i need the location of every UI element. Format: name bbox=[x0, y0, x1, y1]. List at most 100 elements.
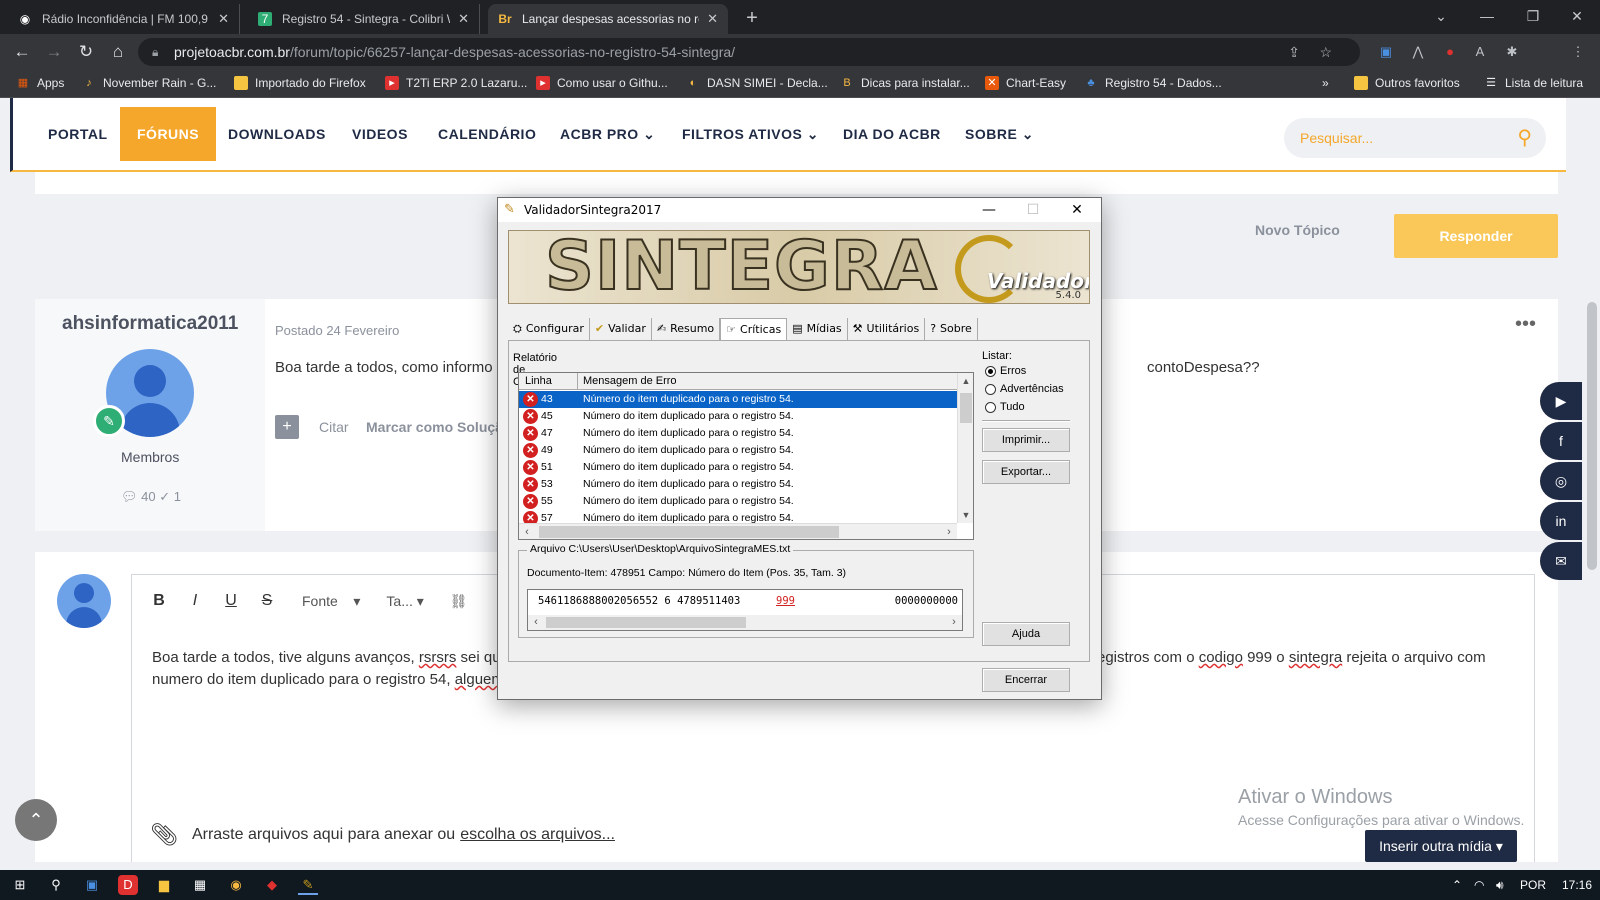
reading-list-button[interactable]: ☰ Lista de leitura bbox=[1484, 76, 1583, 90]
more-bookmarks-button[interactable]: » bbox=[1322, 76, 1329, 90]
extension-icon[interactable]: ● bbox=[1440, 42, 1460, 62]
network-icon[interactable]: ◠ bbox=[1474, 878, 1484, 892]
insert-media-button[interactable]: Inserir outra mídia ▾ bbox=[1365, 830, 1517, 862]
criticas-grid[interactable]: Linha Mensagem de Erro ✕ 43 Número do item… bbox=[518, 372, 974, 540]
record-viewer[interactable]: 5461186888002056552 6 4789511403 999 000… bbox=[527, 589, 963, 631]
extension-icon[interactable]: A bbox=[1470, 42, 1490, 62]
tab-criticas[interactable]: ☞ Críticas bbox=[720, 318, 788, 340]
col-linha-header[interactable]: Linha bbox=[525, 373, 552, 390]
youtube-icon[interactable]: ▶ bbox=[1540, 382, 1582, 420]
page-scrollbar-thumb[interactable] bbox=[1587, 302, 1597, 570]
nav-portal[interactable]: PORTAL bbox=[31, 98, 125, 170]
table-row[interactable]: ✕ 55 Número do item duplicado para o regis… bbox=[519, 493, 957, 510]
store-icon[interactable]: ▦ bbox=[190, 875, 210, 895]
record-horizontal-scrollbar[interactable]: ‹ › bbox=[528, 615, 962, 630]
close-tab-icon[interactable]: ✕ bbox=[218, 11, 229, 27]
app-icon[interactable]: ◆ bbox=[262, 875, 282, 895]
responder-button[interactable]: Responder bbox=[1394, 214, 1558, 258]
bookmark-item[interactable]: ◐ DASN SIMEI - Decla... bbox=[686, 76, 828, 90]
underline-button[interactable]: U bbox=[222, 592, 240, 610]
tab-search-icon[interactable]: ⌄ bbox=[1418, 0, 1464, 34]
scroll-right-icon[interactable]: › bbox=[946, 615, 962, 630]
col-msg-header[interactable]: Mensagem de Erro bbox=[583, 373, 677, 390]
more-options-icon[interactable]: ••• bbox=[1515, 313, 1536, 336]
search-icon[interactable]: ⚲ bbox=[46, 875, 66, 895]
link-icon[interactable]: ⛓ bbox=[450, 593, 468, 610]
minimize-icon[interactable]: — bbox=[1464, 0, 1510, 34]
scroll-right-icon[interactable]: › bbox=[941, 524, 957, 539]
tab-validar[interactable]: ✔ Validar bbox=[590, 318, 652, 340]
volume-icon[interactable]: 🔊︎ bbox=[1496, 878, 1504, 893]
nav-dia-do-acbr[interactable]: DIA DO ACBR bbox=[826, 98, 958, 170]
nav-videos[interactable]: VIDEOS bbox=[335, 98, 425, 170]
table-row[interactable]: ✕ 47 Número do item duplicado para o regis… bbox=[519, 425, 957, 442]
bookmark-item[interactable]: ✕ Chart-Easy bbox=[985, 76, 1066, 90]
app-icon[interactable]: D bbox=[118, 875, 138, 895]
scrollbar-thumb[interactable] bbox=[546, 617, 746, 628]
back-icon[interactable]: ← bbox=[10, 40, 34, 64]
radio-tudo[interactable]: Tudo bbox=[985, 401, 1025, 413]
novo-topico-button[interactable]: Novo Tópico bbox=[1255, 222, 1340, 238]
bookmark-item[interactable]: Importado do Firefox bbox=[234, 76, 366, 90]
bookmark-item[interactable]: ♪ November Rain - G... bbox=[82, 76, 216, 90]
table-row[interactable]: ✕ 45 Número do item duplicado para o regis… bbox=[519, 408, 957, 425]
bookmark-star-icon[interactable]: ☆ bbox=[1319, 38, 1332, 66]
bookmark-folder[interactable]: Outros favoritos bbox=[1354, 76, 1460, 90]
bookmark-item[interactable]: ♣ Registro 54 - Dados... bbox=[1084, 76, 1221, 90]
windows-start-icon[interactable]: ⊞ bbox=[10, 875, 30, 895]
browser-tab-active[interactable]: Br Lançar despesas acessorias no re ✕ bbox=[488, 4, 728, 34]
radio-button[interactable] bbox=[985, 401, 996, 413]
bookmark-item[interactable]: ▸ Como usar o Githu... bbox=[536, 76, 668, 90]
site-search-input[interactable]: Pesquisar... ⚲ bbox=[1284, 118, 1546, 158]
linkedin-icon[interactable]: in bbox=[1540, 502, 1582, 540]
extension-icon[interactable]: ▣ bbox=[1376, 42, 1396, 62]
grid-vertical-scrollbar[interactable]: ▲ ▼ bbox=[957, 373, 973, 523]
tab-configurar[interactable]: ⛭ Configurar bbox=[508, 318, 590, 340]
exportar-button[interactable]: Exportar... bbox=[982, 460, 1070, 484]
attach-area[interactable]: 📎︎ Arraste arquivos aqui para anexar ou … bbox=[150, 822, 615, 848]
language-indicator[interactable]: POR bbox=[1520, 878, 1546, 892]
chrome-icon[interactable]: ◉ bbox=[226, 875, 246, 895]
facebook-icon[interactable]: f bbox=[1540, 422, 1582, 460]
close-tab-icon[interactable]: ✕ bbox=[707, 11, 718, 27]
restore-icon[interactable]: ❐ bbox=[1510, 0, 1556, 34]
radio-erros[interactable]: Erros bbox=[985, 365, 1026, 377]
new-tab-button[interactable]: + bbox=[740, 6, 764, 30]
scroll-down-icon[interactable]: ▼ bbox=[958, 507, 973, 523]
nav-filtros-ativos[interactable]: FILTROS ATIVOS ⌄ bbox=[665, 98, 836, 170]
nav-foruns[interactable]: FÓRUNS bbox=[120, 107, 217, 161]
table-row[interactable]: ✕ 49 Número do item duplicado para o regis… bbox=[519, 442, 957, 459]
app-icon[interactable]: ▣ bbox=[82, 875, 102, 895]
puzzle-icon[interactable]: ✱ bbox=[1502, 42, 1522, 62]
grid-horizontal-scrollbar[interactable]: ‹ › bbox=[519, 523, 957, 539]
scrollbar-thumb[interactable] bbox=[539, 526, 839, 538]
bookmark-item[interactable]: ▦ Apps bbox=[16, 76, 65, 90]
home-icon[interactable]: ⌂ bbox=[106, 40, 130, 64]
minimize-icon[interactable]: — bbox=[967, 198, 1011, 222]
share-icon[interactable]: ⇪ bbox=[1288, 38, 1300, 66]
search-icon[interactable]: ⚲ bbox=[1517, 118, 1532, 158]
mail-icon[interactable]: ✉ bbox=[1540, 542, 1582, 580]
imprimir-button[interactable]: Imprimir... bbox=[982, 428, 1070, 452]
forward-icon[interactable]: → bbox=[42, 40, 66, 64]
ajuda-button[interactable]: Ajuda bbox=[982, 622, 1070, 646]
citar-link[interactable]: Citar bbox=[319, 419, 349, 435]
menu-dots-icon[interactable]: ⋮ bbox=[1568, 42, 1588, 62]
multiquote-plus-icon[interactable]: + bbox=[275, 415, 299, 439]
radio-button[interactable] bbox=[985, 365, 996, 377]
tab-utilitarios[interactable]: ⚒ Utilitários bbox=[848, 318, 926, 340]
bookmark-item[interactable]: B Dicas para instalar... bbox=[840, 76, 969, 90]
font-select[interactable]: Fonte ▾ bbox=[302, 593, 360, 610]
nav-acbr-pro[interactable]: ACBR PRO ⌄ bbox=[543, 98, 672, 170]
post-username[interactable]: ahsinformatica2011 bbox=[62, 313, 238, 335]
italic-button[interactable]: I bbox=[186, 592, 204, 610]
nav-sobre[interactable]: SOBRE ⌄ bbox=[948, 98, 1051, 170]
tab-resumo[interactable]: ✍ Resumo bbox=[652, 318, 721, 340]
encerrar-button[interactable]: Encerrar bbox=[982, 668, 1070, 692]
close-window-icon[interactable]: ✕ bbox=[1554, 0, 1600, 34]
bookmark-item[interactable]: ▸ T2Ti ERP 2.0 Lazaru... bbox=[385, 76, 527, 90]
instagram-icon[interactable]: ◎ bbox=[1540, 462, 1582, 500]
table-row[interactable]: ✕ 43 Número do item duplicado para o regis… bbox=[519, 391, 957, 408]
table-row[interactable]: ✕ 53 Número do item duplicado para o regis… bbox=[519, 476, 957, 493]
size-select[interactable]: Ta... ▾ bbox=[386, 593, 423, 610]
